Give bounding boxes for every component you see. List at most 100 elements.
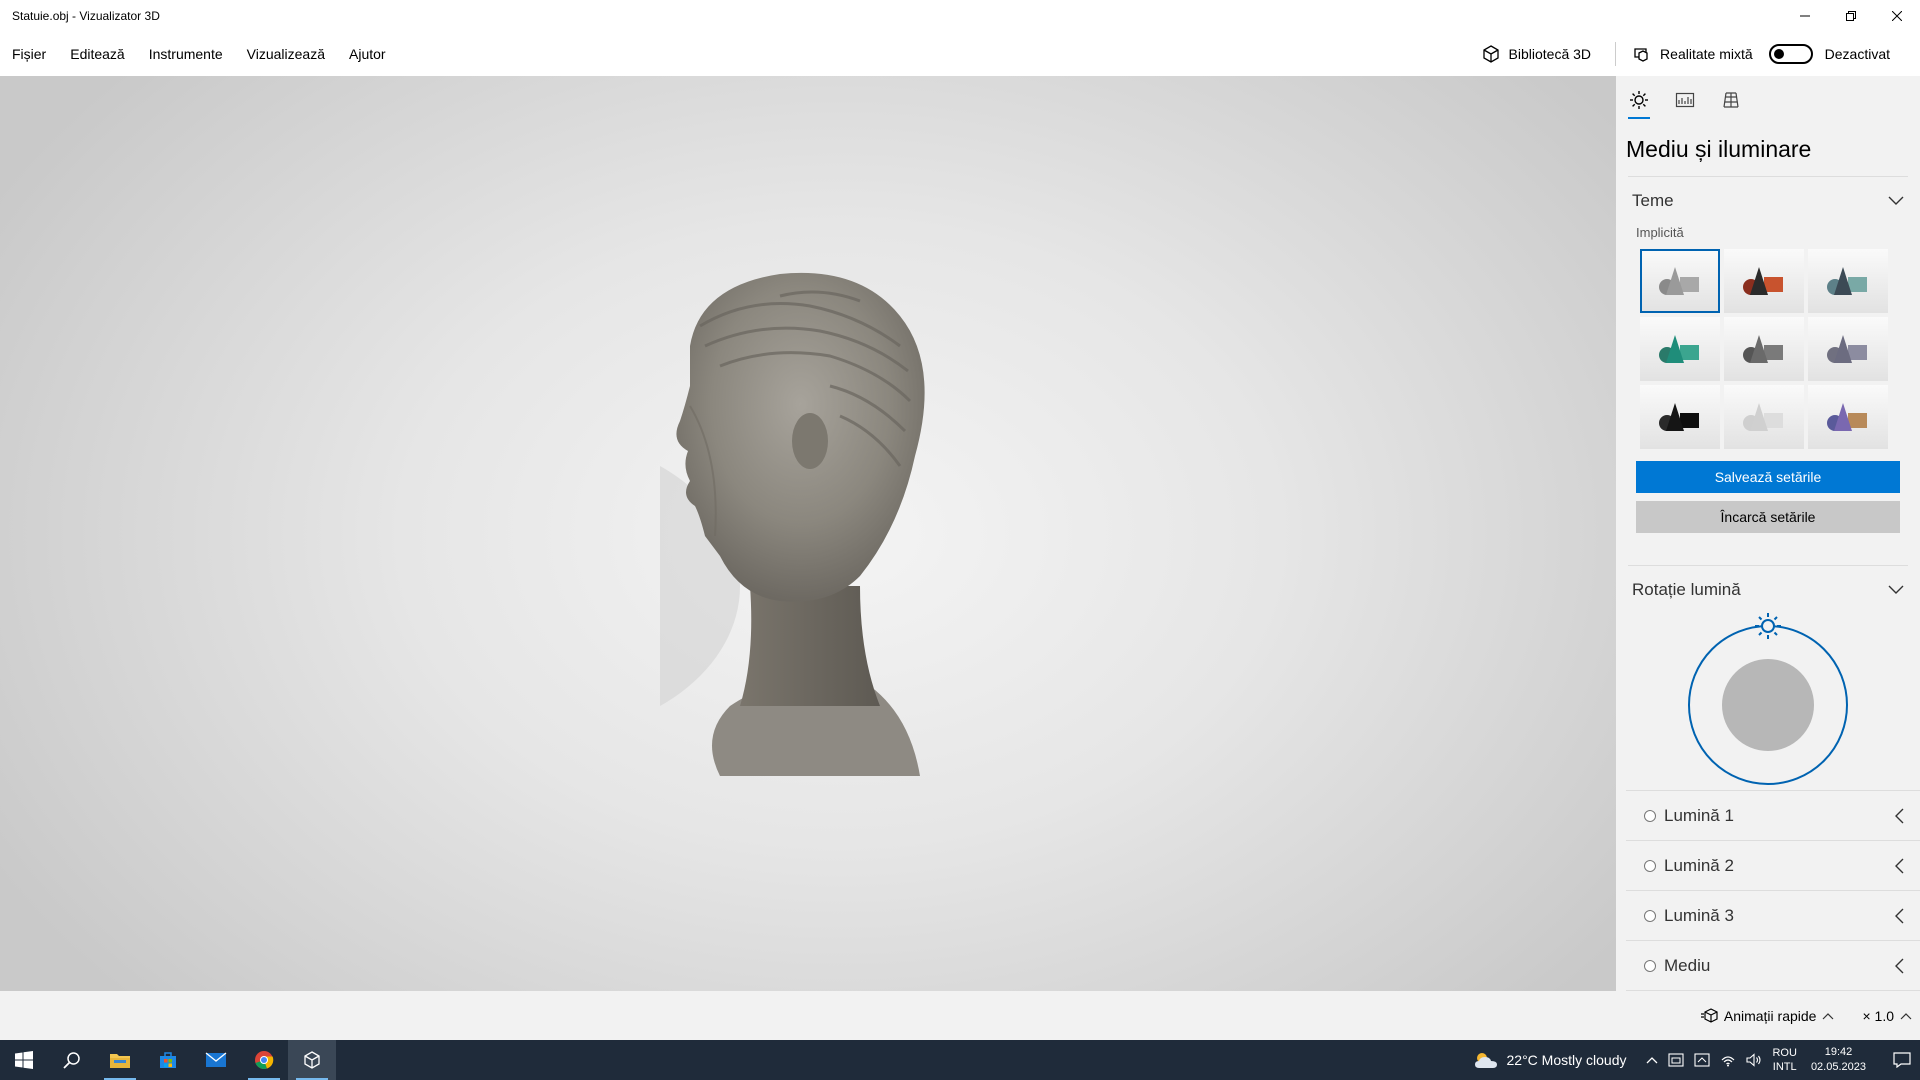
search-icon: [63, 1052, 80, 1069]
tab-environment-lighting[interactable]: [1626, 83, 1652, 119]
theme-option[interactable]: [1640, 249, 1720, 313]
menu-view[interactable]: Vizualizează: [235, 32, 337, 76]
menu-edit[interactable]: Editează: [58, 32, 136, 76]
load-settings-button[interactable]: Încarcă setările: [1636, 501, 1900, 533]
theme-preview-icon: [1827, 403, 1867, 431]
title-bar: Statuie.obj - Vizualizator 3D: [0, 0, 1920, 32]
theme-grid: [1616, 247, 1920, 449]
stats-icon: [1675, 92, 1695, 108]
library-3d-button[interactable]: Bibliotecă 3D: [1465, 36, 1608, 72]
chevron-left-icon: [1895, 958, 1904, 973]
environment-light-radio[interactable]: [1644, 959, 1656, 972]
light-1-label: Lumină 1: [1664, 805, 1734, 825]
cube-icon: [304, 1051, 320, 1069]
theme-option[interactable]: [1808, 317, 1888, 381]
minimize-button[interactable]: [1782, 0, 1828, 32]
menu-help[interactable]: Ajutor: [337, 32, 398, 76]
mail-button[interactable]: [192, 1040, 240, 1080]
theme-preview-icon: [1659, 335, 1699, 363]
wifi-icon[interactable]: [1720, 1053, 1736, 1067]
keyboard-layout: INTL: [1772, 1061, 1797, 1073]
chevron-up-icon: [1900, 1012, 1912, 1019]
language-indicator[interactable]: ROU INTL: [1772, 1046, 1796, 1074]
chevron-up-icon: [1823, 1012, 1834, 1019]
light-3-row[interactable]: Lumină 3: [1626, 891, 1920, 941]
notifications-button[interactable]: [1884, 1052, 1920, 1068]
animation-icon: [1700, 1007, 1718, 1023]
theme-preview-icon: [1659, 403, 1699, 431]
restore-button[interactable]: [1828, 0, 1874, 32]
windows-icon: [15, 1051, 33, 1069]
chrome-button[interactable]: [240, 1040, 288, 1080]
theme-preview-icon: [1659, 267, 1699, 295]
panel-tabs: [1616, 76, 1920, 124]
library-3d-label: Bibliotecă 3D: [1508, 46, 1592, 62]
light-3-radio[interactable]: [1644, 909, 1656, 922]
theme-option[interactable]: [1724, 249, 1804, 313]
environment-light-label: Mediu: [1664, 955, 1711, 975]
light-2-label: Lumină 2: [1664, 855, 1734, 875]
theme-option[interactable]: [1808, 249, 1888, 313]
chevron-left-icon: [1895, 808, 1904, 823]
clock[interactable]: 19:42 02.05.2023: [1811, 1045, 1866, 1075]
menu-file[interactable]: Fișier: [0, 32, 58, 76]
theme-option[interactable]: [1724, 385, 1804, 449]
chevron-down-icon: [1888, 196, 1904, 205]
cube-icon: [1482, 45, 1499, 63]
theme-preview-icon: [1743, 267, 1783, 295]
onscreen-keyboard-icon[interactable]: [1668, 1053, 1685, 1067]
weather-text: 22°C Mostly cloudy: [1506, 1052, 1627, 1068]
menu-tools[interactable]: Instrumente: [137, 32, 235, 76]
search-button[interactable]: [48, 1040, 96, 1080]
themes-default-label: Implicită: [1636, 225, 1684, 240]
volume-icon[interactable]: [1746, 1053, 1762, 1067]
save-settings-button[interactable]: Salvează setările: [1636, 461, 1900, 493]
tab-stats[interactable]: [1672, 83, 1698, 117]
start-button[interactable]: [0, 1040, 48, 1080]
theme-option[interactable]: [1724, 317, 1804, 381]
statue-model: [660, 272, 925, 776]
theme-option[interactable]: [1640, 385, 1720, 449]
3d-viewer-button[interactable]: [288, 1040, 336, 1080]
mixed-reality-state: Dezactivat: [1824, 46, 1890, 62]
cloudy-weather-icon: [1474, 1053, 1497, 1068]
mixed-reality-label: Realitate mixtă: [1660, 46, 1753, 62]
store-button[interactable]: [144, 1040, 192, 1080]
system-tray: 22°C Mostly cloudy ROU INTL 19:42 02.05.…: [1473, 1040, 1920, 1080]
light-rotation-section-header[interactable]: Rotație lumină: [1616, 566, 1920, 614]
theme-preview-icon: [1827, 335, 1867, 363]
tray-icons: [1646, 1053, 1762, 1067]
themes-section-header[interactable]: Teme: [1616, 177, 1920, 225]
light-2-row[interactable]: Lumină 2: [1626, 841, 1920, 891]
themes-section-label: Teme: [1632, 191, 1674, 210]
mixed-reality-toggle[interactable]: [1768, 44, 1813, 64]
quick-animations-button[interactable]: Animații rapide: [1700, 1008, 1835, 1024]
weather-widget[interactable]: 22°C Mostly cloudy: [1473, 1050, 1627, 1070]
3d-viewport[interactable]: [0, 76, 1616, 991]
theme-option[interactable]: [1640, 317, 1720, 381]
mixed-reality-button[interactable]: Realitate mixtă: [1624, 44, 1761, 64]
zoom-control[interactable]: × 1.0: [1862, 1008, 1912, 1024]
sun-icon: [1630, 91, 1648, 109]
zoom-value: × 1.0: [1862, 1007, 1894, 1024]
tab-grid[interactable]: [1718, 83, 1744, 117]
store-icon: [160, 1052, 176, 1068]
grid-icon: [1723, 92, 1739, 108]
meet-now-icon[interactable]: [1694, 1053, 1711, 1067]
theme-preview-icon: [1827, 267, 1867, 295]
light-1-row[interactable]: Lumină 1: [1626, 791, 1920, 841]
chevron-left-icon: [1895, 858, 1904, 873]
quick-animations-label: Animații rapide: [1723, 1007, 1817, 1024]
theme-option[interactable]: [1808, 385, 1888, 449]
language-code: ROU: [1772, 1047, 1797, 1059]
light-2-radio[interactable]: [1644, 859, 1656, 872]
chevron-up-icon[interactable]: [1646, 1056, 1658, 1064]
light-1-radio[interactable]: [1644, 809, 1656, 822]
file-explorer-button[interactable]: [96, 1040, 144, 1080]
notification-icon: [1893, 1052, 1911, 1068]
light-sun-handle-icon: [1755, 613, 1781, 639]
light-rotation-dial[interactable]: [1616, 610, 1920, 790]
mail-icon: [205, 1052, 227, 1067]
environment-light-row[interactable]: Mediu: [1626, 941, 1920, 991]
close-button[interactable]: [1874, 0, 1920, 32]
